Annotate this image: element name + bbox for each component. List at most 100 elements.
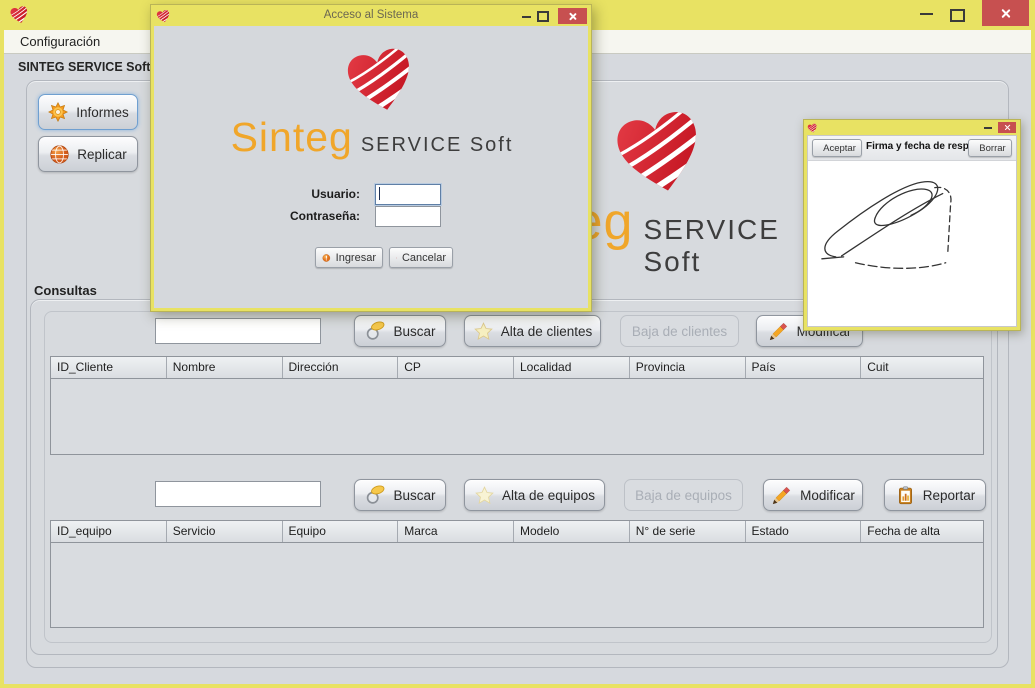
aceptar-label: Aceptar xyxy=(823,143,856,154)
login-title: Acceso al Sistema xyxy=(151,9,591,21)
maximize-button[interactable] xyxy=(950,9,965,22)
alta-equipos-button[interactable]: Alta de equipos xyxy=(464,479,605,511)
brand-logo: Sinteg SERVICE Soft xyxy=(154,114,590,161)
baja-clientes-label: Baja de clientes xyxy=(632,324,727,339)
modificar-equipos-button[interactable]: Modificar xyxy=(763,479,863,511)
column-header[interactable]: Provincia xyxy=(630,357,746,378)
column-header[interactable]: Equipo xyxy=(283,521,399,542)
globe-icon xyxy=(49,144,70,165)
usuario-input-field[interactable] xyxy=(376,185,440,204)
ingresar-button[interactable]: Ingresar xyxy=(315,247,383,268)
column-header[interactable]: N° de serie xyxy=(630,521,746,542)
borrar-label: Borrar xyxy=(979,143,1005,154)
login-dialog: Acceso al Sistema Sinteg SERVICE Soft Us… xyxy=(150,4,592,312)
signature-body: Aceptar Firma y fecha de responsable. Bo… xyxy=(807,135,1017,327)
column-header[interactable]: Modelo xyxy=(514,521,630,542)
reportar-button[interactable]: Reportar xyxy=(884,479,986,511)
gear-icon xyxy=(47,101,69,123)
maximize-button[interactable] xyxy=(537,11,549,22)
text-caret xyxy=(379,187,380,200)
cancel-x-icon xyxy=(396,251,397,265)
close-button[interactable] xyxy=(558,8,587,24)
column-header[interactable]: Localidad xyxy=(514,357,630,378)
contrasena-input-field[interactable] xyxy=(376,207,440,226)
signature-titlebar xyxy=(804,120,1020,135)
search-icon xyxy=(364,320,386,342)
aceptar-button[interactable]: Aceptar xyxy=(812,139,862,157)
equipos-search-field-wrap xyxy=(155,481,321,507)
ingresar-label: Ingresar xyxy=(336,252,376,264)
signature-window: Aceptar Firma y fecha de responsable. Bo… xyxy=(803,119,1021,331)
equipos-table[interactable]: ID_equipo Servicio Equipo Marca Modelo N… xyxy=(50,520,984,628)
column-header[interactable]: ID_equipo xyxy=(51,521,167,542)
alta-clientes-button[interactable]: Alta de clientes xyxy=(464,315,601,347)
cancelar-label: Cancelar xyxy=(402,252,446,264)
informes-button[interactable]: Informes xyxy=(38,94,138,130)
signature-stroke xyxy=(808,160,1016,326)
baja-clientes-button: Baja de clientes xyxy=(620,315,739,347)
login-body: Sinteg SERVICE Soft Usuario: Contraseña:… xyxy=(154,26,588,308)
alta-equipos-label: Alta de equipos xyxy=(502,488,595,503)
clientes-table-header: ID_Cliente Nombre Dirección CP Localidad… xyxy=(51,357,983,379)
consultas-section-title: Consultas xyxy=(34,283,97,298)
reportar-label: Reportar xyxy=(923,488,976,503)
column-header[interactable]: Estado xyxy=(746,521,862,542)
star-icon xyxy=(473,321,494,342)
close-icon xyxy=(568,12,577,21)
minimize-button[interactable] xyxy=(984,127,992,129)
column-header[interactable]: Dirección xyxy=(283,357,399,378)
equipos-search-input[interactable] xyxy=(155,481,321,507)
search-icon xyxy=(364,484,386,506)
column-header[interactable]: País xyxy=(746,357,862,378)
usuario-label: Usuario: xyxy=(210,187,360,201)
app-heart-icon xyxy=(9,5,30,24)
column-header[interactable]: Servicio xyxy=(167,521,283,542)
alta-clientes-label: Alta de clientes xyxy=(501,324,593,339)
pencil-icon xyxy=(771,484,793,506)
ingresar-icon xyxy=(322,251,331,265)
brand-suffix: SERVICE Soft xyxy=(361,134,514,157)
close-icon xyxy=(1000,8,1011,19)
column-header[interactable]: Cuit xyxy=(861,357,983,378)
pencil-icon xyxy=(768,320,790,342)
cancelar-button[interactable]: Cancelar xyxy=(389,247,453,268)
column-header[interactable]: Fecha de alta xyxy=(861,521,983,542)
replicar-label: Replicar xyxy=(77,147,127,162)
column-header[interactable]: ID_Cliente xyxy=(51,357,167,378)
signature-canvas[interactable] xyxy=(808,160,1016,326)
equipos-table-header: ID_equipo Servicio Equipo Marca Modelo N… xyxy=(51,521,983,543)
baja-equipos-button: Baja de equipos xyxy=(624,479,743,511)
column-header[interactable]: Nombre xyxy=(167,357,283,378)
brand-heart-icon xyxy=(612,106,708,196)
close-button[interactable] xyxy=(998,122,1016,133)
minimize-button[interactable] xyxy=(522,16,531,18)
informes-label: Informes xyxy=(76,105,129,120)
buscar-clientes-label: Buscar xyxy=(393,324,435,339)
app-heart-icon xyxy=(807,123,818,133)
baja-equipos-label: Baja de equipos xyxy=(635,488,732,503)
buscar-clientes-button[interactable]: Buscar xyxy=(354,315,446,347)
signature-instruction-label: Firma y fecha de responsable. xyxy=(866,141,966,152)
buscar-equipos-button[interactable]: Buscar xyxy=(354,479,446,511)
brand-name: Sinteg xyxy=(231,114,353,161)
column-header[interactable]: CP xyxy=(398,357,514,378)
column-header[interactable]: Marca xyxy=(398,521,514,542)
buscar-equipos-label: Buscar xyxy=(393,488,435,503)
minimize-button[interactable] xyxy=(920,13,933,15)
login-titlebar[interactable]: Acceso al Sistema xyxy=(151,5,591,26)
contrasena-input[interactable] xyxy=(375,206,441,227)
app-tab-label: SINTEG SERVICE Soft xyxy=(18,60,150,74)
usuario-input[interactable] xyxy=(375,184,441,205)
close-icon xyxy=(1004,124,1011,131)
contrasena-label: Contraseña: xyxy=(210,209,360,223)
modificar-equipos-label: Modificar xyxy=(800,488,855,503)
clientes-search-field-wrap xyxy=(155,318,321,344)
clientes-table[interactable]: ID_Cliente Nombre Dirección CP Localidad… xyxy=(50,356,984,455)
clientes-search-input[interactable] xyxy=(155,318,321,344)
menu-item-configuracion[interactable]: Configuración xyxy=(4,30,114,53)
signature-toolbar: Aceptar Firma y fecha de responsable. Bo… xyxy=(808,136,1016,161)
close-button[interactable] xyxy=(982,0,1029,26)
borrar-button[interactable]: Borrar xyxy=(968,139,1012,157)
brand-heart-icon xyxy=(343,44,419,114)
replicar-button[interactable]: Replicar xyxy=(38,136,138,172)
